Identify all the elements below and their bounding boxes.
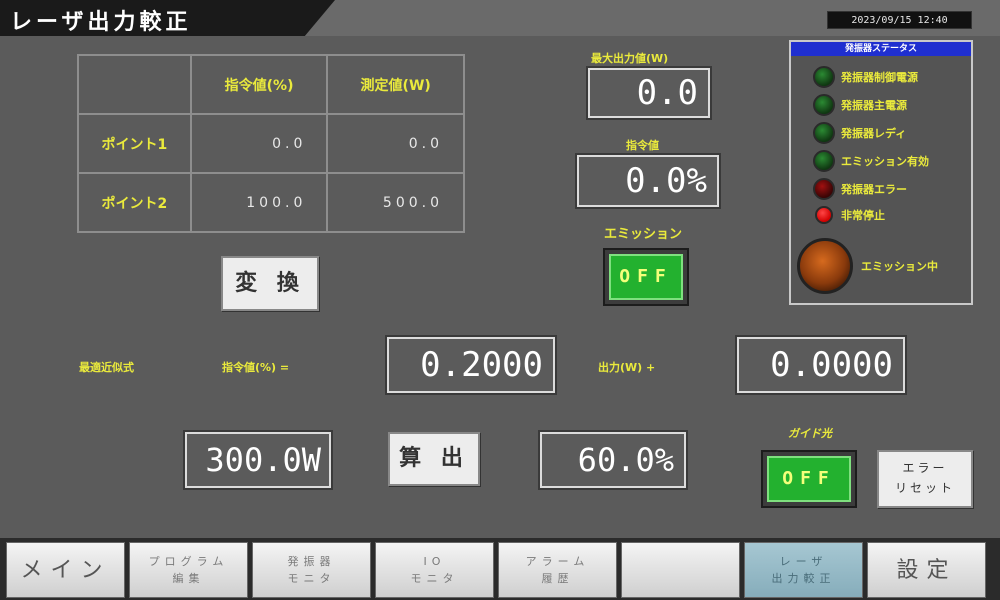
status-lamp-icon bbox=[813, 66, 835, 88]
emission-toggle-button[interactable]: OFF bbox=[603, 248, 689, 306]
nav-oscillator-monitor-button[interactable]: 発振器 モニタ bbox=[252, 542, 371, 598]
nav-label: 履歴 bbox=[541, 572, 574, 585]
status-row-emergency-stop: 非常停止 bbox=[813, 204, 885, 226]
emission-toggle-label: OFF bbox=[609, 254, 683, 300]
nav-label: モニタ bbox=[410, 572, 459, 585]
guide-toggle-label: OFF bbox=[767, 456, 851, 502]
point1-measured-field[interactable]: 0.0 bbox=[326, 113, 465, 174]
status-lamp-icon bbox=[813, 94, 835, 116]
error-reset-line1: エラー bbox=[902, 461, 948, 475]
nav-label: プログラム bbox=[148, 555, 229, 568]
status-label: 発振器制御電源 bbox=[841, 71, 918, 84]
point2-measured-field[interactable]: 500.0 bbox=[326, 172, 465, 233]
title-bar: レーザ出力較正 2023/09/15 12:40 bbox=[0, 0, 1000, 36]
nav-settings-button[interactable]: 設定 bbox=[867, 542, 986, 598]
calibration-table: 指令値(%) 測定値(W) ポイント1 0.0 0.0 ポイント2 100.0 … bbox=[77, 54, 465, 233]
nav-label: 設定 bbox=[896, 557, 957, 583]
status-lamp-icon bbox=[815, 206, 833, 224]
command-display: 0.0% bbox=[575, 153, 721, 209]
status-row-emission-enabled: エミッション有効 bbox=[813, 150, 929, 172]
point2-command-field[interactable]: 100.0 bbox=[189, 172, 329, 233]
status-row-ready: 発振器レディ bbox=[813, 122, 906, 144]
status-label: 発振器レディ bbox=[841, 127, 907, 140]
table-header-command: 指令値(%) bbox=[189, 54, 329, 115]
nav-label: レーザ bbox=[779, 555, 828, 568]
nav-label: 発振器 bbox=[287, 555, 336, 568]
status-label: 発振器主電源 bbox=[841, 99, 907, 112]
nav-label: アラーム bbox=[525, 555, 590, 568]
formula-left-label: 指令値(%) = bbox=[222, 361, 290, 374]
status-label: 発振器エラー bbox=[841, 183, 907, 196]
emission-indicator-label: エミッション中 bbox=[861, 260, 938, 273]
calculate-button[interactable]: 算 出 bbox=[388, 432, 480, 486]
watt-input-field[interactable]: 300.0W bbox=[183, 430, 333, 490]
table-header-row: 指令値(%) 測定値(W) bbox=[77, 54, 465, 115]
nav-blank-button[interactable] bbox=[621, 542, 740, 598]
error-reset-button[interactable]: エラー リセット bbox=[877, 450, 973, 508]
avg-output-label: 最大出力値(W) bbox=[591, 52, 669, 65]
error-reset-line2: リセット bbox=[894, 481, 955, 495]
formula-offset-display: 0.0000 bbox=[735, 335, 907, 395]
command-label: 指令値 bbox=[626, 139, 659, 152]
status-lamp-icon bbox=[813, 150, 835, 172]
point1-command-field[interactable]: 0.0 bbox=[189, 113, 329, 174]
nav-label: メイン bbox=[20, 557, 111, 583]
point2-label: ポイント2 bbox=[77, 172, 192, 233]
point1-label: ポイント1 bbox=[77, 113, 192, 174]
page-title: レーザ出力較正 bbox=[10, 10, 192, 35]
status-row-oscillator-error: 発振器エラー bbox=[813, 178, 907, 200]
formula-coefficient-display: 0.2000 bbox=[385, 335, 557, 395]
convert-button[interactable]: 変 換 bbox=[221, 256, 319, 311]
oscillator-status-panel: 発振器ステータス 発振器制御電源 発振器主電源 発振器レディ エミッション有効 … bbox=[789, 40, 973, 305]
status-label: 非常停止 bbox=[841, 209, 885, 222]
table-header-blank bbox=[77, 54, 192, 115]
status-row-control-power: 発振器制御電源 bbox=[813, 66, 918, 88]
nav-label: 編集 bbox=[172, 572, 205, 585]
nav-program-edit-button[interactable]: プログラム 編集 bbox=[129, 542, 248, 598]
nav-label: IO bbox=[423, 555, 446, 568]
table-row: ポイント1 0.0 0.0 bbox=[77, 113, 465, 174]
datetime-display: 2023/09/15 12:40 bbox=[827, 11, 972, 29]
nav-main-button[interactable]: メイン bbox=[6, 542, 125, 598]
status-lamp-icon bbox=[813, 178, 835, 200]
status-lamp-icon bbox=[813, 122, 835, 144]
formula-label: 最適近似式 bbox=[79, 361, 134, 374]
nav-label: モニタ bbox=[287, 572, 336, 585]
status-panel-header: 発振器ステータス bbox=[791, 42, 971, 56]
nav-laser-calibration-button[interactable]: レーザ 出力較正 bbox=[744, 542, 863, 598]
percent-output-display: 60.0% bbox=[538, 430, 688, 490]
nav-alarm-history-button[interactable]: アラーム 履歴 bbox=[498, 542, 617, 598]
calibration-screen: レーザ出力較正 2023/09/15 12:40 指令値(%) 測定値(W) ポ… bbox=[0, 0, 1000, 538]
avg-output-display: 0.0 bbox=[586, 66, 712, 120]
nav-io-monitor-button[interactable]: IO モニタ bbox=[375, 542, 494, 598]
status-row-main-power: 発振器主電源 bbox=[813, 94, 907, 116]
formula-right-label: 出力(W) + bbox=[598, 361, 656, 374]
emission-lamp-icon bbox=[797, 238, 853, 294]
emission-label: エミッション bbox=[604, 227, 683, 242]
guide-light-label: ガイド光 bbox=[788, 427, 832, 440]
guide-light-toggle-button[interactable]: OFF bbox=[761, 450, 857, 508]
emission-indicator-row: エミッション中 bbox=[797, 238, 938, 294]
table-row: ポイント2 100.0 500.0 bbox=[77, 172, 465, 233]
nav-label: 出力較正 bbox=[771, 572, 836, 585]
status-label: エミッション有効 bbox=[841, 155, 929, 168]
bottom-nav-bar: メイン プログラム 編集 発振器 モニタ IO モニタ アラーム 履歴 レーザ … bbox=[0, 538, 1000, 600]
table-header-measured: 測定値(W) bbox=[326, 54, 465, 115]
